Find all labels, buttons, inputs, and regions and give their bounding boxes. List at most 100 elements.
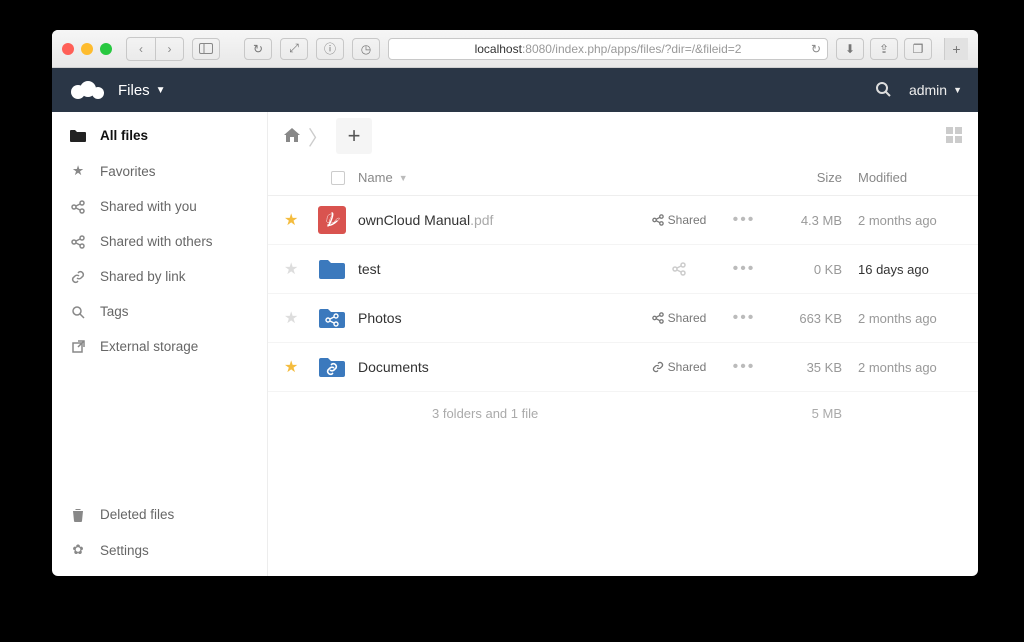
column-header-size[interactable]: Size	[764, 170, 842, 185]
new-tab-button[interactable]: +	[944, 38, 968, 60]
app-body: All files ★ Favorites Shared with you Sh…	[52, 112, 978, 576]
url-host: localhost	[475, 42, 522, 56]
user-menu[interactable]: admin ▼	[909, 82, 962, 98]
reload-button[interactable]: ↻	[244, 38, 272, 60]
new-button[interactable]: +	[336, 118, 372, 154]
file-modified: 2 months ago	[858, 360, 937, 375]
breadcrumb-home[interactable]	[284, 128, 300, 145]
share-status[interactable]: Shared	[634, 311, 724, 325]
view-grid-toggle[interactable]	[946, 127, 962, 146]
summary-text: 3 folders and 1 file	[432, 406, 538, 421]
sidebar-item-tags[interactable]: Tags	[52, 294, 267, 329]
file-name[interactable]: ownCloud Manual.pdf	[358, 212, 493, 228]
file-modified: 2 months ago	[858, 311, 937, 326]
browser-window: ‹ › ↻ ⤢ ⓘ ◷ localhost:8080/index.php/app…	[52, 30, 978, 576]
share-status[interactable]: Shared	[634, 360, 724, 374]
app-switcher[interactable]: Files ▼	[118, 82, 166, 99]
row-more-menu[interactable]: •••	[733, 260, 756, 277]
column-header-modified[interactable]: Modified	[842, 170, 962, 185]
table-header: Name ▼ Size Modified	[268, 160, 978, 196]
folder-link-icon	[318, 353, 346, 381]
file-name[interactable]: Documents	[358, 359, 429, 375]
table-row[interactable]: ★ Documents Shared ••• 35 KB 2 months ago	[268, 343, 978, 392]
share-status[interactable]	[634, 262, 724, 276]
sidebar-item-label: Shared with you	[100, 199, 197, 214]
sort-caret-icon: ▼	[399, 173, 408, 183]
sidebar-item-label: All files	[100, 128, 148, 143]
user-label: admin	[909, 82, 947, 98]
share-icon	[70, 200, 86, 214]
external-icon	[70, 340, 86, 353]
sidebar-item-settings[interactable]: ✿ Settings	[52, 532, 267, 568]
table-row[interactable]: ★PhotosShared•••663 KB2 months ago	[268, 294, 978, 343]
sidebar: All files ★ Favorites Shared with you Sh…	[52, 112, 268, 576]
search-icon	[70, 305, 86, 319]
share-status[interactable]: Shared	[634, 213, 724, 227]
caret-down-icon: ▼	[156, 85, 166, 96]
summary-size: 5 MB	[812, 406, 842, 421]
sidebar-item-label: Shared with others	[100, 234, 213, 249]
app-header: Files ▼ admin ▼	[52, 68, 978, 112]
gear-icon: ✿	[70, 542, 86, 558]
trash-icon	[70, 508, 86, 522]
link-icon	[70, 270, 86, 284]
sidebar-item-label: Favorites	[100, 164, 156, 179]
file-list: ★ownCloud Manual.pdfShared•••4.3 MB2 mon…	[268, 196, 978, 392]
column-header-name[interactable]: Name ▼	[358, 170, 634, 185]
share-button[interactable]: ⇪	[870, 38, 898, 60]
clock-button[interactable]: ◷	[352, 38, 380, 60]
breadcrumb-separator: 〉	[308, 122, 328, 151]
favorite-star[interactable]: ★	[284, 310, 298, 327]
tabs-button[interactable]: ❐	[904, 38, 932, 60]
table-row[interactable]: ★ownCloud Manual.pdfShared•••4.3 MB2 mon…	[268, 196, 978, 245]
window-close-button[interactable]	[62, 43, 74, 55]
url-path: /index.php/apps/files/?dir=/&fileid=2	[552, 42, 741, 56]
sidebar-item-label: Shared by link	[100, 269, 186, 284]
owncloud-logo[interactable]	[68, 80, 106, 100]
sidebar-item-label: Deleted files	[100, 507, 174, 522]
sidebar-item-label: Tags	[100, 304, 129, 319]
sidebar-item-allfiles[interactable]: All files	[52, 118, 267, 153]
sidebar-item-external[interactable]: External storage	[52, 329, 267, 364]
window-minimize-button[interactable]	[81, 43, 93, 55]
toolbar-right-group: ⬇ ⇪ ❐	[836, 38, 932, 60]
favorite-star[interactable]: ★	[284, 261, 298, 278]
sidebar-item-label: External storage	[100, 339, 198, 354]
downloads-button[interactable]: ⬇	[836, 38, 864, 60]
sidebar-item-shared-with-you[interactable]: Shared with you	[52, 189, 267, 224]
url-port: :8080	[522, 42, 552, 56]
sidebar-item-shared-with-others[interactable]: Shared with others	[52, 224, 267, 259]
file-name[interactable]: Photos	[358, 310, 402, 326]
nav-forward-button[interactable]: ›	[155, 38, 183, 60]
file-name[interactable]: test	[358, 261, 381, 277]
search-icon[interactable]	[875, 81, 891, 100]
row-more-menu[interactable]: •••	[733, 211, 756, 228]
select-all-checkbox[interactable]	[331, 171, 345, 185]
star-icon: ★	[70, 163, 86, 179]
row-more-menu[interactable]: •••	[733, 358, 756, 375]
nav-back-button[interactable]: ‹	[127, 38, 155, 60]
folder-shared-icon	[318, 304, 346, 332]
file-size: 0 KB	[814, 262, 842, 277]
sidebar-item-shared-by-link[interactable]: Shared by link	[52, 259, 267, 294]
traffic-lights	[62, 43, 112, 55]
favorite-star[interactable]: ★	[284, 359, 298, 376]
pdf-icon	[318, 206, 346, 234]
sidebar-item-deleted[interactable]: Deleted files	[52, 497, 267, 532]
sidebar-item-favorites[interactable]: ★ Favorites	[52, 153, 267, 189]
caret-down-icon: ▼	[953, 85, 962, 95]
window-zoom-button[interactable]	[100, 43, 112, 55]
column-label: Name	[358, 170, 393, 185]
favorite-star[interactable]: ★	[284, 212, 298, 229]
browser-toolbar: ‹ › ↻ ⤢ ⓘ ◷ localhost:8080/index.php/app…	[52, 30, 978, 68]
file-size: 35 KB	[807, 360, 842, 375]
reader-button[interactable]: ⤢	[280, 38, 308, 60]
table-row[interactable]: ★test•••0 KB16 days ago	[268, 245, 978, 294]
address-reload-icon[interactable]: ↻	[811, 42, 821, 56]
info-button[interactable]: ⓘ	[316, 38, 344, 60]
folder-icon	[70, 129, 86, 142]
sidebar-toggle-button[interactable]	[192, 38, 220, 60]
row-more-menu[interactable]: •••	[733, 309, 756, 326]
address-bar[interactable]: localhost:8080/index.php/apps/files/?dir…	[388, 38, 828, 60]
folder-icon	[318, 255, 346, 283]
